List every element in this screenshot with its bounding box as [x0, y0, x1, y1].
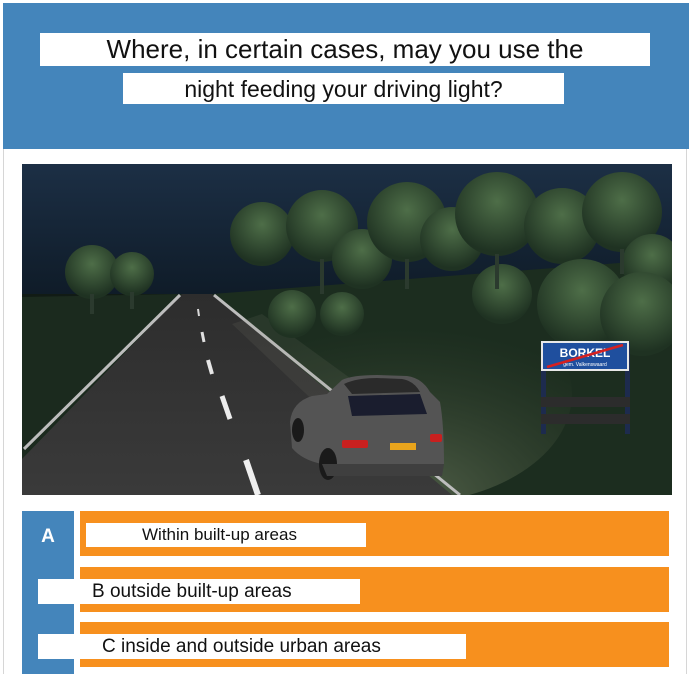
question-line-2: night feeding your driving light? — [123, 73, 564, 104]
question-line-1: Where, in certain cases, may you use the — [40, 33, 650, 66]
answer-option-c-label[interactable]: C inside and outside urban areas — [38, 634, 466, 659]
answer-a-letter: A — [41, 526, 55, 547]
night-road-scene: BORKEL gem. Valkenswaard — [22, 164, 672, 495]
question-illustration: BORKEL gem. Valkenswaard — [22, 164, 672, 495]
svg-text:gem. Valkenswaard: gem. Valkenswaard — [563, 362, 607, 368]
answer-option-a-label[interactable]: Within built-up areas — [86, 523, 366, 547]
svg-text:BORKEL: BORKEL — [560, 346, 611, 360]
answer-option-b-label[interactable]: B outside built-up areas — [38, 579, 360, 604]
